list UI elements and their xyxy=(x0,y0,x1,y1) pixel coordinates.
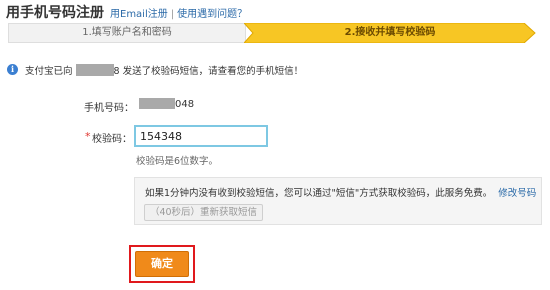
change-number-link[interactable]: 修改号码 xyxy=(498,188,536,199)
resend-sms-button[interactable]: （40秒后）重新获取短信 xyxy=(144,204,263,221)
verification-code-input[interactable] xyxy=(134,125,268,147)
code-label: 校验码： xyxy=(92,134,132,145)
phone-label: 手机号码： xyxy=(84,103,134,114)
link-separator: | xyxy=(170,9,175,20)
confirm-button[interactable]: 确定 xyxy=(135,251,189,277)
notice-message: 如果1分钟内没有收到校验短信，您可以通过"短信"方式获取校验码，此服务免费。 xyxy=(145,188,493,199)
page-title: 用手机号码注册 xyxy=(6,5,104,21)
step-indicator: 1.填写账户名和密码 2.接收并填写校验码 xyxy=(8,23,536,43)
help-link[interactable]: 使用遇到问题？ xyxy=(177,9,247,20)
info-prefix: 支付宝已向 xyxy=(25,66,73,77)
email-register-link[interactable]: 用Email注册 xyxy=(110,9,168,20)
masked-phone xyxy=(75,64,114,76)
phone-value: 048 xyxy=(139,98,194,110)
code-hint: 校验码是6位数字。 xyxy=(136,156,219,167)
sms-sent-message: 支付宝已向 8 发送了校验码短信，请查看您的手机短信！ xyxy=(25,63,303,77)
info-message: 发送了校验码短信，请查看您的手机短信！ xyxy=(119,66,304,77)
header-links: 用Email注册 | 使用遇到问题？ xyxy=(110,5,247,20)
step-2-active: 2.接收并填写校验码 xyxy=(244,23,536,43)
step-1: 1.填写账户名和密码 xyxy=(8,23,246,43)
required-mark: * xyxy=(85,130,91,143)
phone-value-suffix: 048 xyxy=(175,99,195,110)
masked-phone-number xyxy=(139,98,175,109)
info-icon: i xyxy=(7,64,18,75)
step-2-label: 2.接收并填写校验码 xyxy=(344,27,436,38)
sms-notice-text: 如果1分钟内没有收到校验短信，您可以通过"短信"方式获取校验码，此服务免费。 修改… xyxy=(145,185,536,199)
